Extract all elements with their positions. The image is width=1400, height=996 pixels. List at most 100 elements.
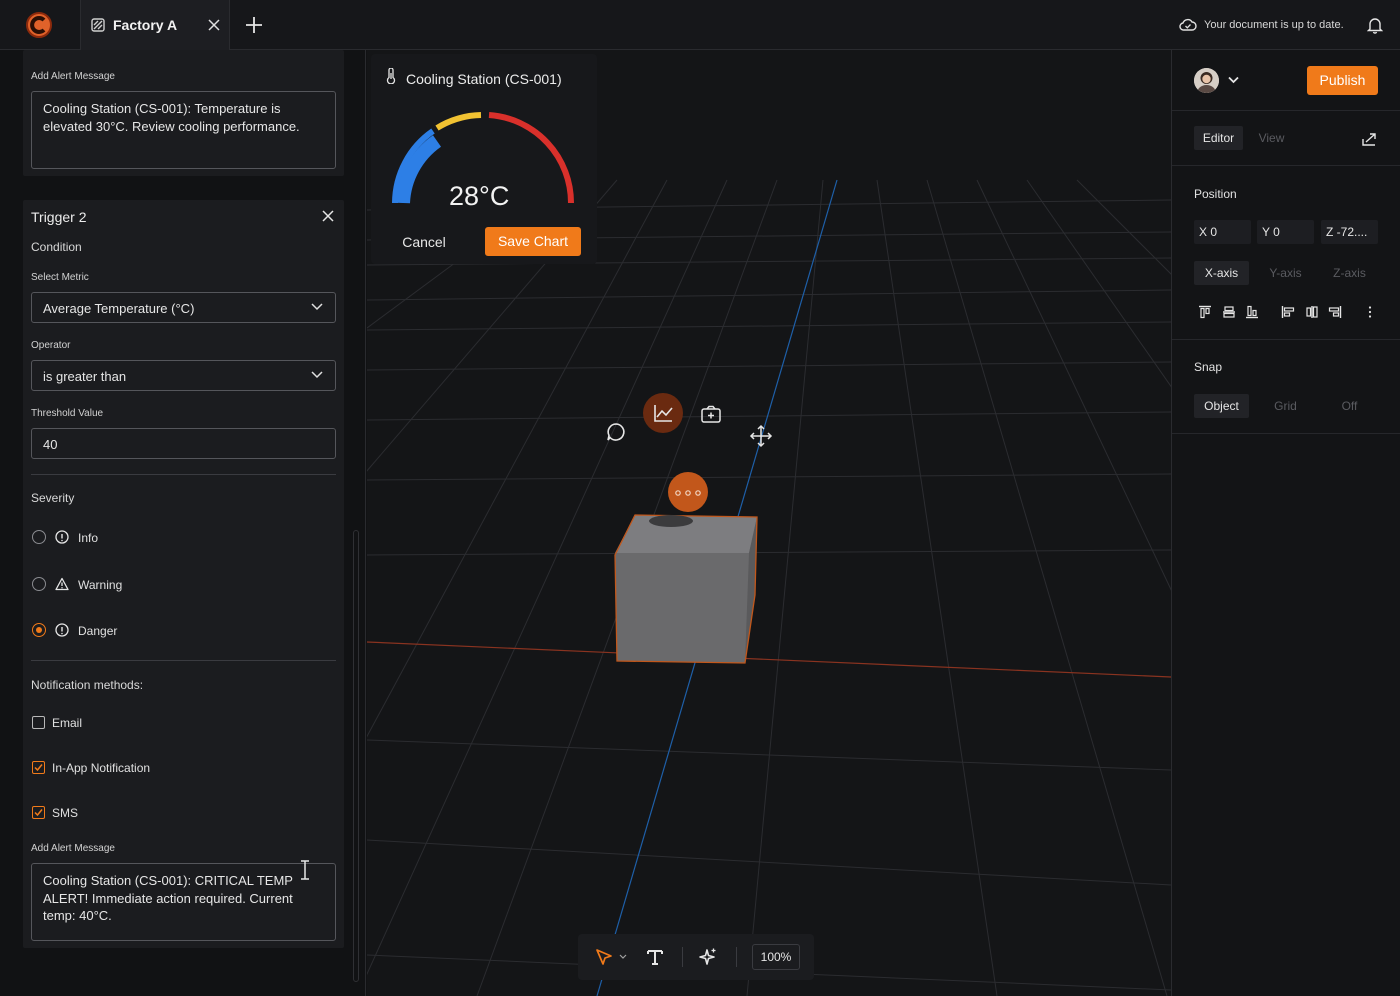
checkmark-icon: [34, 764, 43, 772]
metric-label: Select Metric: [31, 272, 89, 283]
warning-icon: [55, 577, 69, 591]
snap-heading: Snap: [1194, 360, 1223, 374]
close-trigger-icon[interactable]: [322, 210, 334, 222]
chart-title: Cooling Station (CS-001): [406, 71, 562, 87]
operator-value: is greater than: [43, 369, 127, 384]
snap-grid[interactable]: Grid: [1257, 394, 1314, 418]
divider: [31, 474, 336, 475]
operator-select[interactable]: is greater than: [31, 360, 336, 391]
toolbar-divider: [682, 947, 683, 967]
severity-option-warning: Warning: [78, 578, 123, 592]
cancel-button[interactable]: Cancel: [389, 230, 459, 254]
notification-bell-icon[interactable]: [1367, 16, 1383, 34]
document-tab[interactable]: Factory A: [80, 0, 230, 50]
severity-option-danger: Danger: [78, 624, 118, 638]
tab-title: Factory A: [113, 17, 178, 33]
zoom-level[interactable]: 100%: [752, 944, 800, 970]
threshold-input[interactable]: 40: [31, 428, 336, 459]
notification-methods-label: Notification methods:: [31, 678, 144, 692]
add-camera-icon[interactable]: [698, 402, 724, 428]
metric-select[interactable]: Average Temperature (°C): [31, 292, 336, 323]
align-top-icon[interactable]: [1198, 305, 1212, 319]
severity-radio-warning[interactable]: [32, 577, 46, 591]
app-logo-icon[interactable]: [26, 12, 52, 38]
comment-icon[interactable]: [603, 419, 629, 445]
position-z-input[interactable]: Z -72....: [1321, 220, 1378, 244]
more-options-icon[interactable]: [1363, 305, 1377, 319]
position-heading: Position: [1194, 187, 1237, 201]
chevron-down-icon[interactable]: [619, 954, 627, 960]
chart-button[interactable]: [643, 393, 683, 433]
mode-editor[interactable]: Editor: [1194, 126, 1243, 150]
3d-viewport[interactable]: Cooling Station (CS-001) 28°C Cancel Sav…: [367, 50, 1171, 996]
severity-radio-info[interactable]: [32, 530, 46, 544]
thermometer-icon: [386, 68, 396, 84]
share-icon[interactable]: [1362, 132, 1377, 146]
trigger-title: Trigger 2: [31, 209, 87, 225]
in-app-checkbox[interactable]: [32, 761, 45, 774]
save-chart-button[interactable]: Save Chart: [485, 227, 581, 256]
trigger-card: Trigger 2 Condition Select Metric Averag…: [23, 200, 344, 948]
email-checkbox[interactable]: [32, 716, 45, 729]
metric-value: Average Temperature (°C): [43, 301, 195, 316]
axis-x[interactable]: X-axis: [1194, 261, 1249, 285]
cloud-sync-icon: [1179, 18, 1197, 31]
align-center-icon[interactable]: [1305, 305, 1319, 319]
in-app-label: In-App Notification: [52, 761, 151, 775]
divider: [31, 660, 336, 661]
alert-message-textarea[interactable]: Cooling Station (CS-001): Temperature is…: [31, 91, 336, 169]
chevron-down-icon: [311, 303, 323, 311]
text-cursor-icon: [301, 860, 309, 880]
avatar-image: [1194, 68, 1219, 93]
new-tab-icon[interactable]: [245, 16, 263, 34]
condition-label: Condition: [31, 240, 82, 254]
info-icon: [55, 530, 69, 544]
left-panel-scrollbar[interactable]: [353, 530, 359, 982]
severity-option-info: Info: [78, 531, 99, 545]
align-left-icon[interactable]: [1281, 305, 1295, 319]
move-icon[interactable]: [748, 423, 774, 449]
chevron-down-icon[interactable]: [1228, 76, 1239, 84]
snap-off[interactable]: Off: [1321, 394, 1378, 418]
danger-icon: [55, 623, 69, 637]
email-label: Email: [52, 716, 83, 730]
checkmark-icon: [34, 809, 43, 817]
axis-z[interactable]: Z-axis: [1321, 261, 1378, 285]
align-right-icon[interactable]: [1328, 305, 1342, 319]
snap-object[interactable]: Object: [1194, 394, 1249, 418]
position-x-input[interactable]: X 0: [1194, 220, 1251, 244]
close-tab-icon[interactable]: [207, 18, 221, 32]
alert-message-textarea[interactable]: Cooling Station (CS-001): CRITICAL TEMP …: [31, 863, 336, 941]
divider: [1172, 110, 1400, 111]
top-bar: Factory A Your document is up to date.: [0, 0, 1400, 50]
divider: [1172, 433, 1400, 434]
sms-checkbox[interactable]: [32, 806, 45, 819]
bottom-toolbar: 100%: [578, 934, 814, 980]
sync-status: Your document is up to date.: [1204, 19, 1344, 31]
user-avatar[interactable]: [1194, 68, 1219, 93]
ai-sparkle-icon[interactable]: [698, 947, 718, 967]
sms-label: SMS: [52, 806, 79, 820]
select-pointer-icon[interactable]: [594, 947, 614, 967]
alert-message-card: Add Alert Message Cooling Station (CS-00…: [23, 50, 344, 176]
alert-message-label: Add Alert Message: [31, 843, 115, 854]
operator-label: Operator: [31, 340, 71, 351]
chevron-down-icon: [311, 371, 323, 379]
publish-button[interactable]: Publish: [1307, 66, 1378, 95]
align-bottom-icon[interactable]: [1245, 305, 1259, 319]
severity-radio-danger[interactable]: [32, 623, 46, 637]
divider: [1172, 165, 1400, 166]
cooling-station-object[interactable]: [607, 465, 767, 675]
align-middle-icon[interactable]: [1222, 305, 1236, 319]
severity-label: Severity: [31, 491, 75, 505]
alert-config-panel: Add Alert Message Cooling Station (CS-00…: [0, 50, 366, 996]
axis-y[interactable]: Y-axis: [1257, 261, 1314, 285]
position-y-input[interactable]: Y 0: [1257, 220, 1314, 244]
mode-view[interactable]: View: [1249, 126, 1294, 150]
alert-message-label: Add Alert Message: [31, 71, 115, 82]
text-tool-icon[interactable]: [645, 947, 665, 967]
scene-icon: [91, 18, 105, 32]
toolbar-divider: [736, 947, 737, 967]
properties-panel: Publish Editor View Position X 0 Y 0 Z -…: [1171, 50, 1400, 996]
threshold-label: Threshold Value: [31, 408, 104, 419]
